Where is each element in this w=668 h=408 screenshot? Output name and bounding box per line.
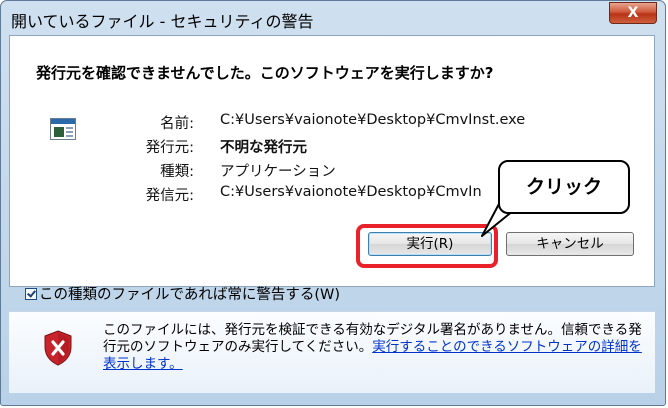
checkbox-label: この種類のファイルであれば常に警告する(W) — [39, 287, 341, 303]
publisher-value: 不明な発行元 — [220, 140, 307, 156]
publisher-label: 発行元: — [145, 140, 194, 156]
type-label: 種類: — [160, 164, 194, 180]
window-title: 開いているファイル - セキュリティの警告 — [11, 12, 314, 31]
name-value: C:¥Users¥vaionote¥Desktop¥CmvInst.exe — [220, 112, 526, 128]
warning-panel: このファイルには、発行元を検証できる有効なデジタル署名がありません。信頼できる発… — [9, 311, 655, 393]
type-value: アプリケーション — [220, 164, 336, 180]
close-button[interactable]: X — [609, 2, 657, 24]
warning-message: このファイルには、発行元を検証できる有効なデジタル署名がありません。信頼できる発… — [103, 322, 643, 373]
application-icon — [50, 118, 76, 140]
name-label: 名前: — [160, 116, 194, 132]
dialog-question: 発行元を確認できませんでした。このソフトウェアを実行しますか? — [36, 64, 494, 82]
always-warn-checkbox[interactable]: この種類のファイルであれば常に警告する(W) — [25, 283, 340, 304]
click-callout: クリック — [498, 160, 630, 214]
run-button-highlight — [356, 224, 498, 268]
shield-x-icon — [44, 330, 72, 366]
checkbox-checked-icon[interactable] — [25, 288, 37, 300]
from-label: 発信元: — [145, 188, 194, 204]
title-bar[interactable]: 開いているファイル - セキュリティの警告 X — [1, 1, 665, 35]
from-value: C:¥Users¥vaionote¥Desktop¥CmvIn — [220, 184, 482, 200]
